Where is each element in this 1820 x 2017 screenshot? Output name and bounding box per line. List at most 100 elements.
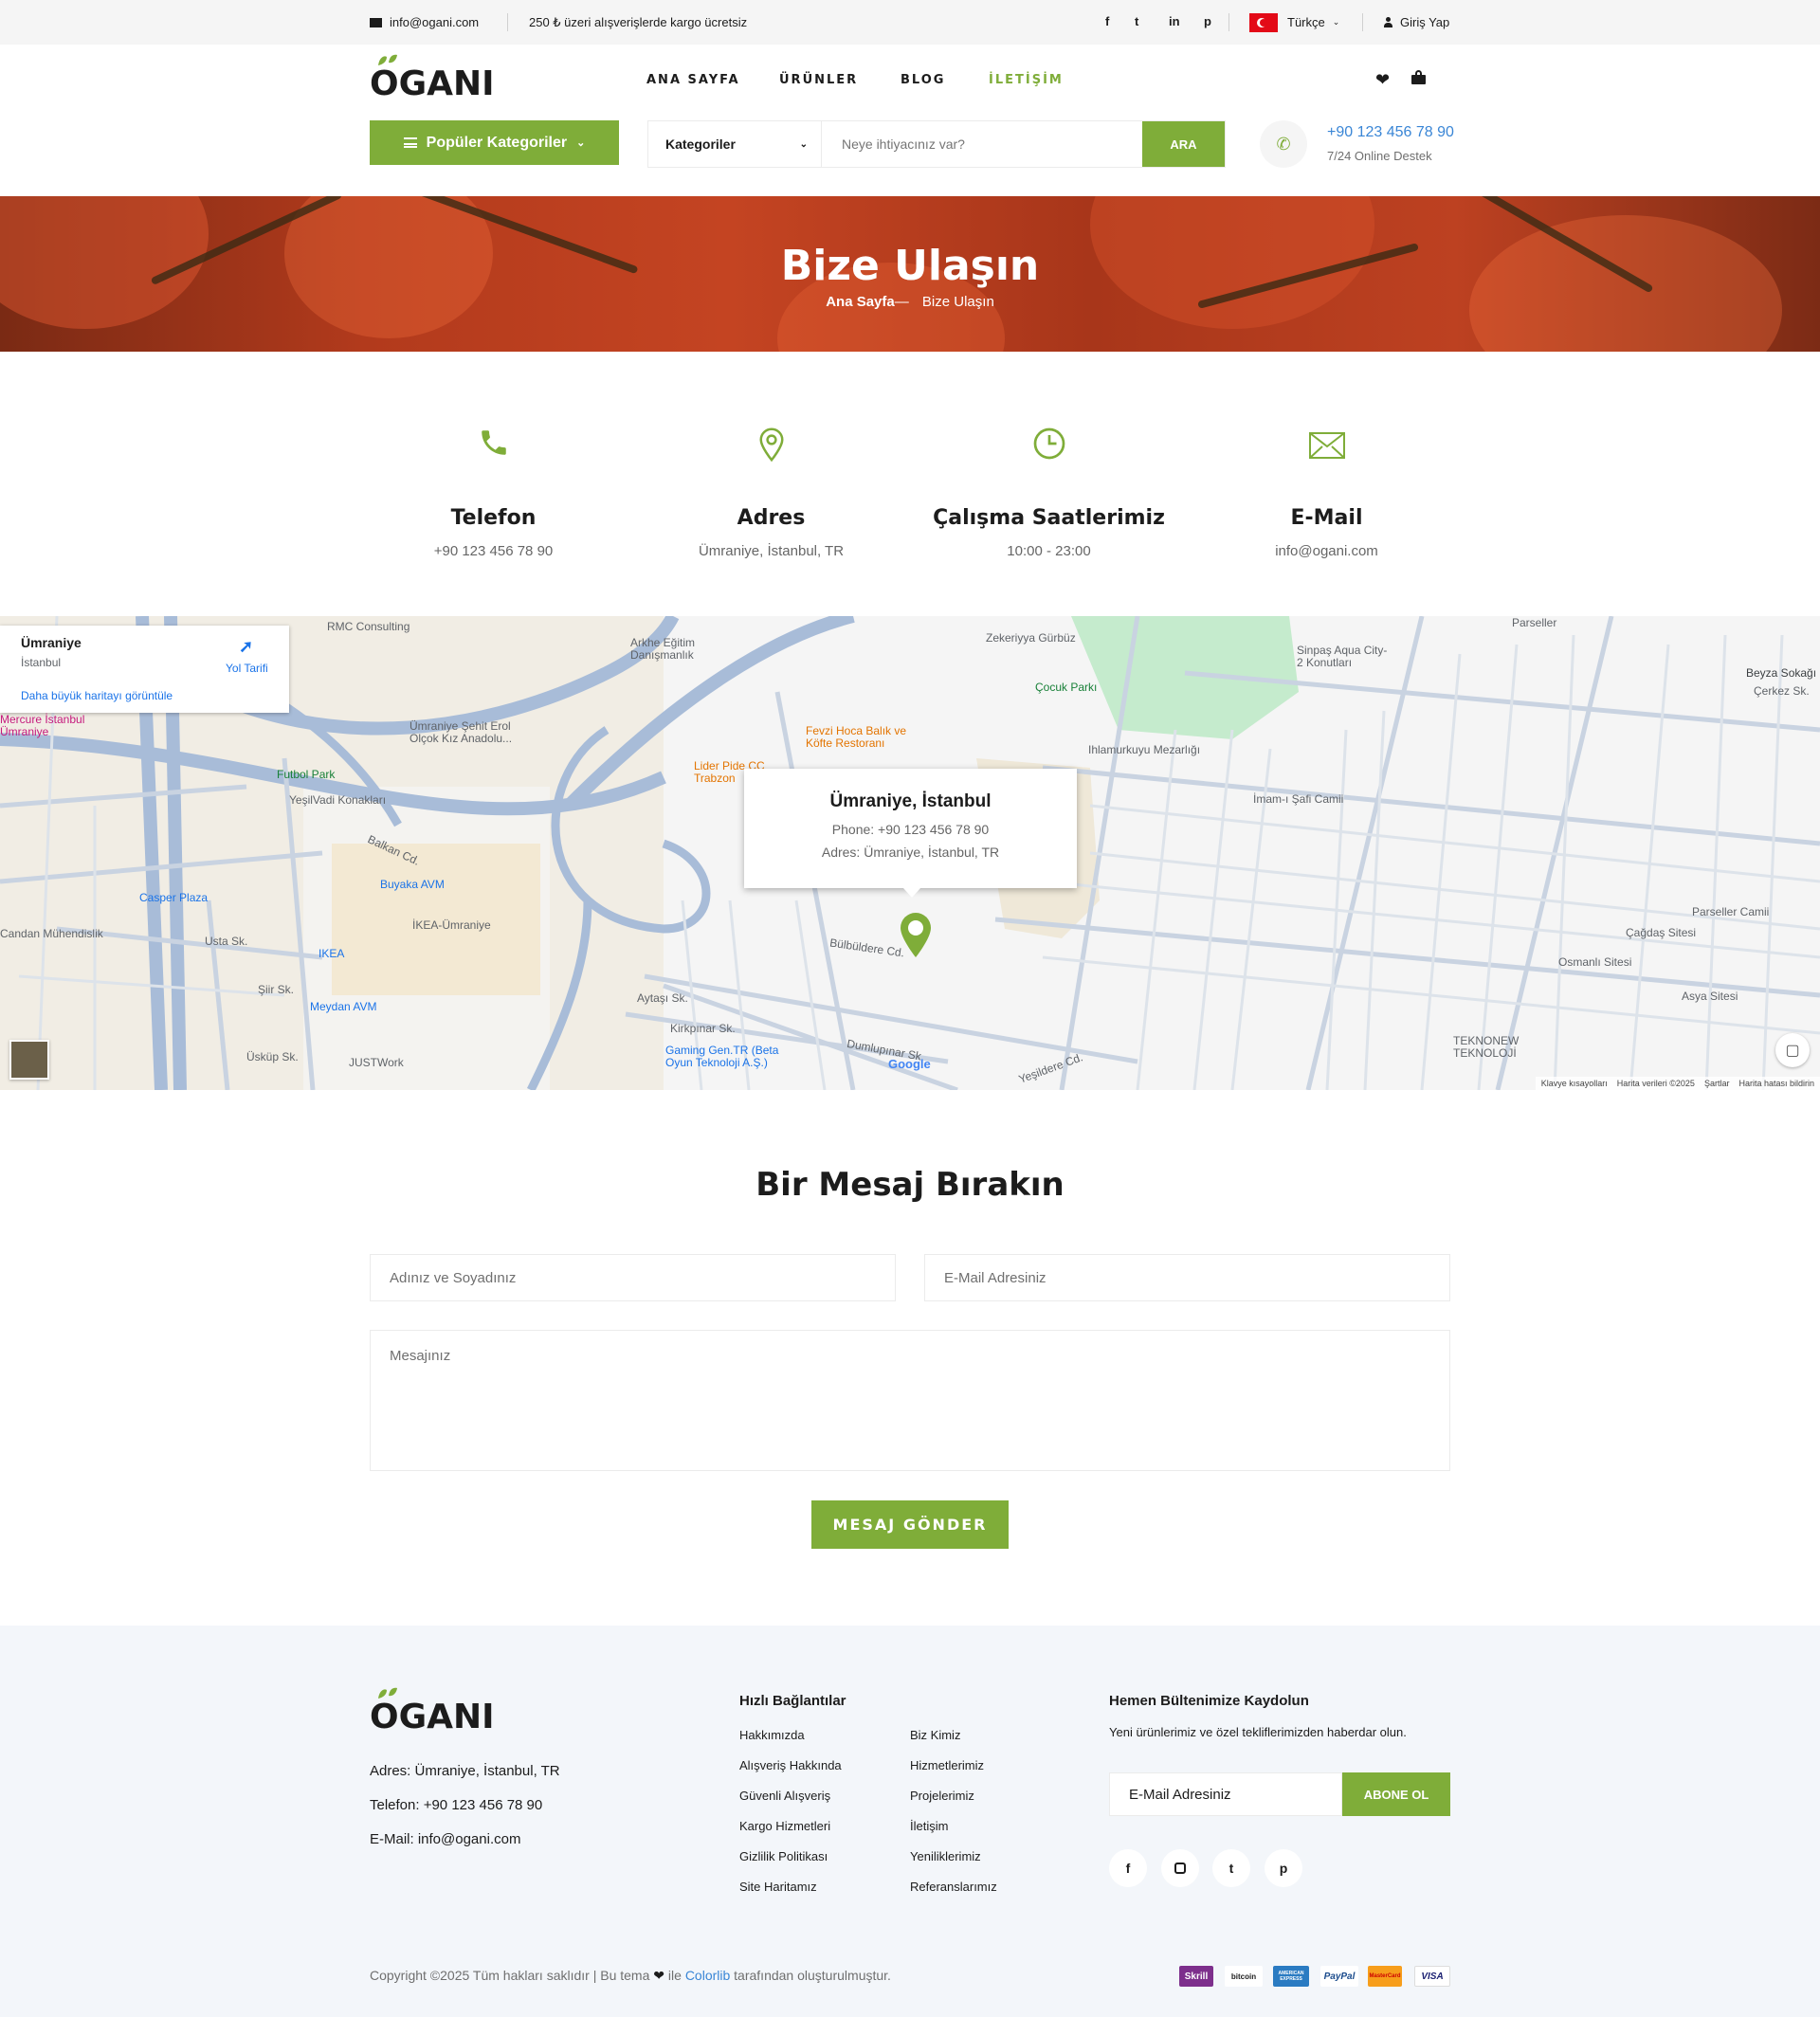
- map-footer-link[interactable]: Şartlar: [1704, 1079, 1730, 1088]
- map-label: Arkhe Eğitim Danışmanlık: [630, 636, 696, 662]
- map-label: Parseller Camii: [1692, 905, 1770, 918]
- footer-link[interactable]: İletişim: [910, 1819, 948, 1833]
- facebook-icon[interactable]: f: [1105, 14, 1109, 28]
- nav-contact[interactable]: İLETİŞİM: [989, 73, 1064, 87]
- facebook-icon[interactable]: f: [1109, 1849, 1147, 1887]
- footer-link[interactable]: Yeniliklerimiz: [910, 1849, 981, 1863]
- map-label: Usta Sk.: [205, 935, 248, 948]
- page-hero: Bize Ulaşın Ana Sayfa— Bize Ulaşın: [0, 196, 1820, 352]
- fullscreen-icon[interactable]: ▢: [1775, 1033, 1810, 1067]
- nav-home[interactable]: ANA SAYFA: [646, 73, 740, 87]
- map-label: Ümraniye Şehit Erol Olçok Kız Anadolu...: [410, 719, 513, 745]
- footer-link[interactable]: Gizlilik Politikası: [739, 1849, 828, 1863]
- map-label: Mercure İstanbul Ümraniye: [0, 713, 85, 738]
- search-button[interactable]: ARA: [1142, 121, 1225, 167]
- footer-link[interactable]: Referanslarımız: [910, 1880, 997, 1894]
- map-label: Parseller: [1512, 616, 1557, 629]
- footer-link[interactable]: Hakkımızda: [739, 1728, 805, 1742]
- bitcoin-icon: bitcoin: [1225, 1966, 1263, 1987]
- popular-categories-button[interactable]: Popüler Kategoriler ⌄: [370, 120, 619, 165]
- map-label: Sinpaş Aqua City-2 Konutları: [1297, 644, 1388, 669]
- send-message-button[interactable]: MESAJ GÖNDER: [811, 1500, 1009, 1549]
- logo[interactable]: OGANI: [370, 54, 495, 103]
- topbar-divider: [1362, 13, 1363, 31]
- footer-link[interactable]: Kargo Hizmetleri: [739, 1819, 830, 1833]
- map-label: Casper Plaza: [139, 891, 209, 904]
- newsletter-title: Hemen Bültenimize Kaydolun: [1109, 1693, 1309, 1709]
- map-label: Asya Sitesi: [1682, 990, 1738, 1003]
- footer-link[interactable]: Hizmetlerimiz: [910, 1758, 984, 1772]
- map-label: İKEA-Ümraniye: [412, 918, 491, 932]
- pinterest-icon[interactable]: p: [1204, 14, 1211, 28]
- map-directions-link[interactable]: Yol Tarifi: [226, 662, 268, 675]
- linkedin-icon[interactable]: in: [1169, 14, 1180, 28]
- footer-link[interactable]: Site Haritamız: [739, 1880, 817, 1894]
- breadcrumb-current: Bize Ulaşın: [921, 294, 994, 310]
- street-view-thumbnail[interactable]: [9, 1040, 49, 1080]
- directions-icon[interactable]: ➚: [239, 637, 258, 656]
- leaf-icon: [378, 1687, 397, 1699]
- contact-address-value: Ümraniye, İstanbul, TR: [698, 543, 845, 559]
- google-map[interactable]: Ümraniye İstanbul ➚ Yol Tarifi Daha büyü…: [0, 616, 1820, 1090]
- message-field[interactable]: Mesajınız: [370, 1330, 1450, 1471]
- map-label: Beyza Sokağı: [1746, 666, 1817, 680]
- search-category-select[interactable]: Kategoriler ⌄: [648, 121, 822, 167]
- footer-link[interactable]: Biz Kimiz: [910, 1728, 960, 1742]
- phone-icon: [481, 430, 506, 455]
- location-pin-icon: [758, 427, 784, 463]
- map-info-window: Ümraniye, İstanbul Phone: +90 123 456 78…: [744, 769, 1077, 898]
- nav-products[interactable]: ÜRÜNLER: [779, 73, 858, 87]
- breadcrumb-home[interactable]: Ana Sayfa: [826, 294, 895, 310]
- topbar-email[interactable]: info@ogani.com: [370, 0, 479, 45]
- footer-link[interactable]: Projelerimiz: [910, 1789, 974, 1803]
- footer-address: Adres: Ümraniye, İstanbul, TR: [370, 1763, 560, 1779]
- skrill-icon: Skrill: [1179, 1966, 1213, 1987]
- map-label: Buyaka AVM: [380, 878, 445, 891]
- map-place-subtitle: İstanbul: [21, 656, 62, 669]
- map-label: Candan Mühendislik: [0, 927, 103, 940]
- twitter-icon[interactable]: t: [1212, 1849, 1250, 1887]
- map-label: Ihlamurkuyu Mezarlığı: [1088, 743, 1201, 756]
- info-window-title: Ümraniye, İstanbul: [829, 791, 992, 811]
- language-select[interactable]: Türkçe ⌄: [1249, 0, 1339, 45]
- newsletter-email-input[interactable]: E-Mail Adresiniz: [1109, 1772, 1342, 1816]
- chevron-down-icon: ⌄: [1332, 17, 1340, 27]
- top-bar: info@ogani.com 250 ₺ üzeri alışverişlerd…: [0, 0, 1820, 45]
- map-label: Çocuk Parkı: [1035, 681, 1098, 694]
- contact-hours-title: Çalışma Saatlerimiz: [933, 506, 1165, 530]
- twitter-icon[interactable]: t: [1135, 14, 1138, 28]
- footer-link[interactable]: Güvenli Alışveriş: [739, 1789, 830, 1803]
- hamburger-icon: [403, 137, 417, 148]
- paypal-icon: PayPal: [1320, 1966, 1358, 1987]
- name-field[interactable]: Adınız ve Soyadınız: [370, 1254, 896, 1301]
- contact-email-value: info@ogani.com: [1275, 543, 1378, 559]
- contact-email: E-Mail info@ogani.com: [1192, 427, 1462, 559]
- map-marker-icon[interactable]: [899, 912, 933, 959]
- footer-logo[interactable]: OGANI: [370, 1687, 495, 1736]
- login-link[interactable]: Giriş Yap: [1384, 0, 1449, 45]
- map-label: TEKNONEW TEKNOLOJİ: [1453, 1034, 1520, 1060]
- email-field[interactable]: E-Mail Adresiniz: [924, 1254, 1450, 1301]
- map-footer-link[interactable]: Harita hatası bildirin: [1738, 1079, 1814, 1088]
- amex-icon: AMERICAN EXPRESS: [1273, 1966, 1309, 1987]
- info-window-address: Adres: Ümraniye, İstanbul, TR: [821, 845, 1000, 860]
- chevron-down-icon: ⌄: [576, 137, 586, 149]
- instagram-icon[interactable]: [1161, 1849, 1199, 1887]
- map-footer-link[interactable]: Klavye kısayolları: [1541, 1079, 1608, 1088]
- map-larger-link[interactable]: Daha büyük haritayı görüntüle: [21, 689, 173, 702]
- heart-icon: ❤: [653, 1968, 665, 1983]
- colorlib-link[interactable]: Colorlib: [685, 1968, 730, 1983]
- breadcrumb: Ana Sayfa— Bize Ulaşın: [0, 294, 1820, 310]
- leaf-icon: [378, 54, 397, 65]
- nav-blog[interactable]: BLOG: [901, 73, 945, 87]
- subscribe-button[interactable]: ABONE OL: [1342, 1772, 1450, 1816]
- footer-link[interactable]: Alışveriş Hakkında: [739, 1758, 842, 1772]
- wishlist-icon[interactable]: ❤: [1375, 70, 1390, 90]
- topbar-divider: [1228, 13, 1229, 31]
- search-bar: Kategoriler ⌄ ARA: [647, 120, 1226, 168]
- cart-icon[interactable]: [1411, 70, 1426, 84]
- info-window-phone: Phone: +90 123 456 78 90: [831, 822, 990, 837]
- search-input[interactable]: [823, 121, 1145, 167]
- pinterest-icon[interactable]: p: [1265, 1849, 1302, 1887]
- map-label: RMC Consulting: [327, 620, 410, 633]
